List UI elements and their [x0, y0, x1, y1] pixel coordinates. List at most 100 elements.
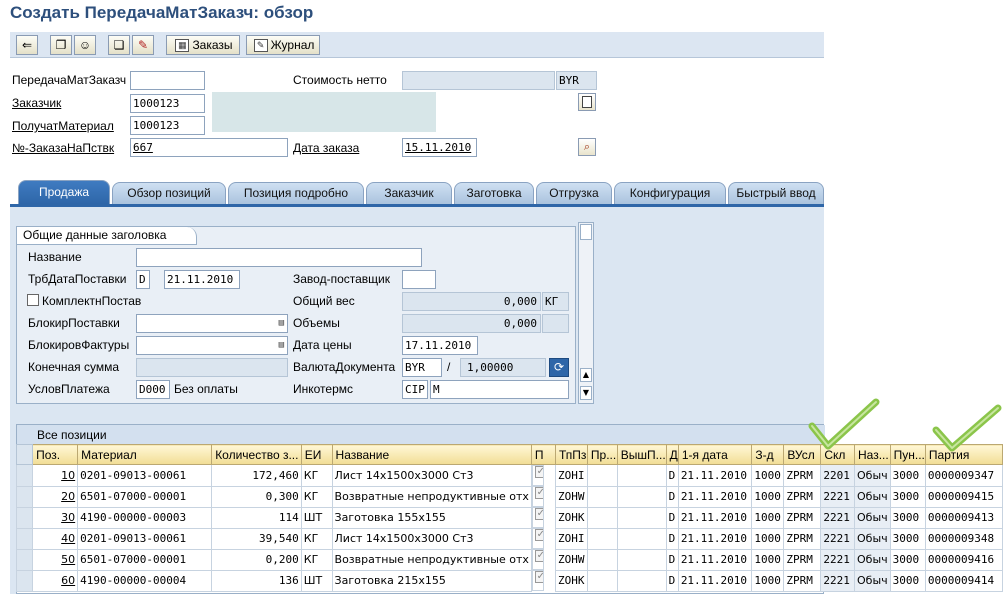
partner-button[interactable]: ☺: [74, 35, 96, 55]
orders-button[interactable]: ▦ Заказы: [166, 35, 240, 55]
cell-cond[interactable]: ZPRM: [783, 527, 822, 550]
cell-pos[interactable]: 50: [32, 548, 79, 571]
cell-empty[interactable]: [616, 569, 667, 592]
incoterms-field[interactable]: CIP: [402, 380, 428, 399]
cell-plant[interactable]: 1000: [751, 464, 785, 487]
tab-item-detail[interactable]: Позиция подробно: [228, 182, 364, 204]
cell-d[interactable]: D: [665, 464, 679, 487]
column-header[interactable]: З-д: [751, 444, 785, 465]
cell-name[interactable]: Заготовка 215х155: [331, 569, 532, 592]
row-selector-header[interactable]: [15, 444, 34, 465]
cell-checkbox[interactable]: ✓: [531, 549, 544, 570]
cell-plant[interactable]: 1000: [751, 569, 785, 592]
search-detail-button[interactable]: ⌕: [578, 138, 596, 156]
cell-sloc[interactable]: 2221: [820, 527, 855, 550]
cell-empty[interactable]: [586, 485, 618, 508]
checkbox-icon[interactable]: ✓: [534, 571, 543, 583]
cell-checkbox[interactable]: ✓: [531, 507, 544, 528]
cell-qty[interactable]: 114: [211, 506, 302, 529]
cell-empty[interactable]: [616, 485, 667, 508]
documents-button[interactable]: ❏: [108, 35, 130, 55]
edit-button[interactable]: ✎: [132, 35, 154, 55]
copy-button[interactable]: ❐: [50, 35, 72, 55]
cell-naz[interactable]: Обыч: [854, 485, 891, 508]
cell-naz[interactable]: Обыч: [854, 569, 891, 592]
column-header[interactable]: Название: [331, 444, 532, 465]
cell-pun[interactable]: 3000: [889, 464, 926, 487]
column-header[interactable]: Поз.: [32, 444, 79, 465]
incoterms-place-field[interactable]: M: [430, 380, 569, 399]
customer-field[interactable]: 1000123: [130, 94, 205, 113]
payment-terms-field[interactable]: D000: [136, 380, 170, 399]
column-header[interactable]: Д: [665, 444, 679, 465]
cell-pun[interactable]: 3000: [889, 548, 926, 571]
row-selector[interactable]: [15, 569, 34, 592]
tab-procurement[interactable]: Заготовка: [454, 182, 534, 204]
cell-empty[interactable]: [586, 464, 618, 487]
cell-pun[interactable]: 3000: [889, 569, 926, 592]
cell-sloc[interactable]: 2221: [820, 548, 855, 571]
cell-batch[interactable]: 0000009414: [924, 569, 1003, 592]
cell-empty[interactable]: [586, 569, 618, 592]
cell-naz[interactable]: Обыч: [854, 527, 891, 550]
cell-date[interactable]: 21.11.2010: [677, 506, 753, 529]
cell-qty[interactable]: 172,460: [211, 464, 302, 487]
req-date-type-field[interactable]: D: [136, 270, 150, 289]
cell-pun[interactable]: 3000: [889, 485, 926, 508]
table-row[interactable]: 60 4190-00000-00004 136 ШТ Заготовка 215х155…: [15, 569, 1003, 592]
cell-batch[interactable]: 0000009416: [924, 548, 1003, 571]
cell-itemcat[interactable]: ZOHK: [554, 569, 588, 592]
checkbox-icon[interactable]: ✓: [534, 466, 543, 478]
cell-empty[interactable]: [616, 506, 667, 529]
cell-date[interactable]: 21.11.2010: [677, 569, 753, 592]
cell-checkbox[interactable]: ✓: [531, 570, 544, 591]
cell-uom[interactable]: КГ: [300, 464, 333, 487]
cell-plant[interactable]: 1000: [751, 527, 785, 550]
cell-cond[interactable]: ZPRM: [783, 506, 822, 529]
cell-name[interactable]: Лист 14х1500х3000 Ст3: [331, 464, 532, 487]
column-header[interactable]: Материал: [77, 444, 213, 465]
po-number-field[interactable]: 667: [130, 138, 288, 157]
cell-cond[interactable]: ZPRM: [783, 485, 822, 508]
cell-d[interactable]: D: [665, 527, 679, 550]
cell-date[interactable]: 21.11.2010: [677, 485, 753, 508]
cell-qty[interactable]: 136: [211, 569, 302, 592]
cell-empty[interactable]: [616, 548, 667, 571]
position-link[interactable]: 50: [61, 553, 75, 566]
cell-uom[interactable]: КГ: [300, 548, 333, 571]
position-link[interactable]: 60: [61, 574, 75, 587]
scroll-thumb[interactable]: [580, 224, 592, 240]
recipient-label[interactable]: ПолучатМатериал: [12, 119, 114, 133]
cell-uom[interactable]: ШТ: [300, 506, 333, 529]
row-selector[interactable]: [15, 506, 34, 529]
column-header[interactable]: Количество з...: [211, 444, 302, 465]
cell-sloc[interactable]: 2221: [820, 569, 855, 592]
tab-shipping[interactable]: Отгрузка: [536, 182, 612, 204]
refresh-rate-button[interactable]: ⟳: [549, 358, 569, 377]
tab-configuration[interactable]: Конфигурация: [614, 182, 726, 204]
cell-material[interactable]: 0201-09013-00061: [77, 527, 213, 550]
cell-naz[interactable]: Обыч: [854, 464, 891, 487]
cell-pos[interactable]: 60: [32, 569, 79, 592]
column-header[interactable]: Пун...: [889, 444, 926, 465]
cell-material[interactable]: 6501-07000-00001: [77, 485, 213, 508]
row-selector[interactable]: [15, 485, 34, 508]
cell-pos[interactable]: 30: [32, 506, 79, 529]
group-scrollbar[interactable]: ▲ ▼: [578, 222, 594, 404]
cell-d[interactable]: D: [665, 485, 679, 508]
billing-block-field[interactable]: ▤: [136, 336, 288, 355]
cell-plant[interactable]: 1000: [751, 548, 785, 571]
cell-qty[interactable]: 0,300: [211, 485, 302, 508]
cell-empty[interactable]: [586, 506, 618, 529]
column-header[interactable]: Пр...: [586, 444, 618, 465]
cell-name[interactable]: Возвратные непродуктивные отх: [331, 548, 532, 571]
req-date-field[interactable]: 21.11.2010: [164, 270, 240, 289]
cell-cond[interactable]: ZPRM: [783, 569, 822, 592]
cell-checkbox[interactable]: ✓: [531, 486, 544, 507]
row-selector[interactable]: [15, 548, 34, 571]
cell-cond[interactable]: ZPRM: [783, 464, 822, 487]
checkbox-icon[interactable]: ✓: [534, 508, 543, 520]
position-link[interactable]: 10: [61, 469, 75, 482]
position-link[interactable]: 40: [61, 532, 75, 545]
scroll-down-button[interactable]: ▼: [580, 386, 592, 400]
